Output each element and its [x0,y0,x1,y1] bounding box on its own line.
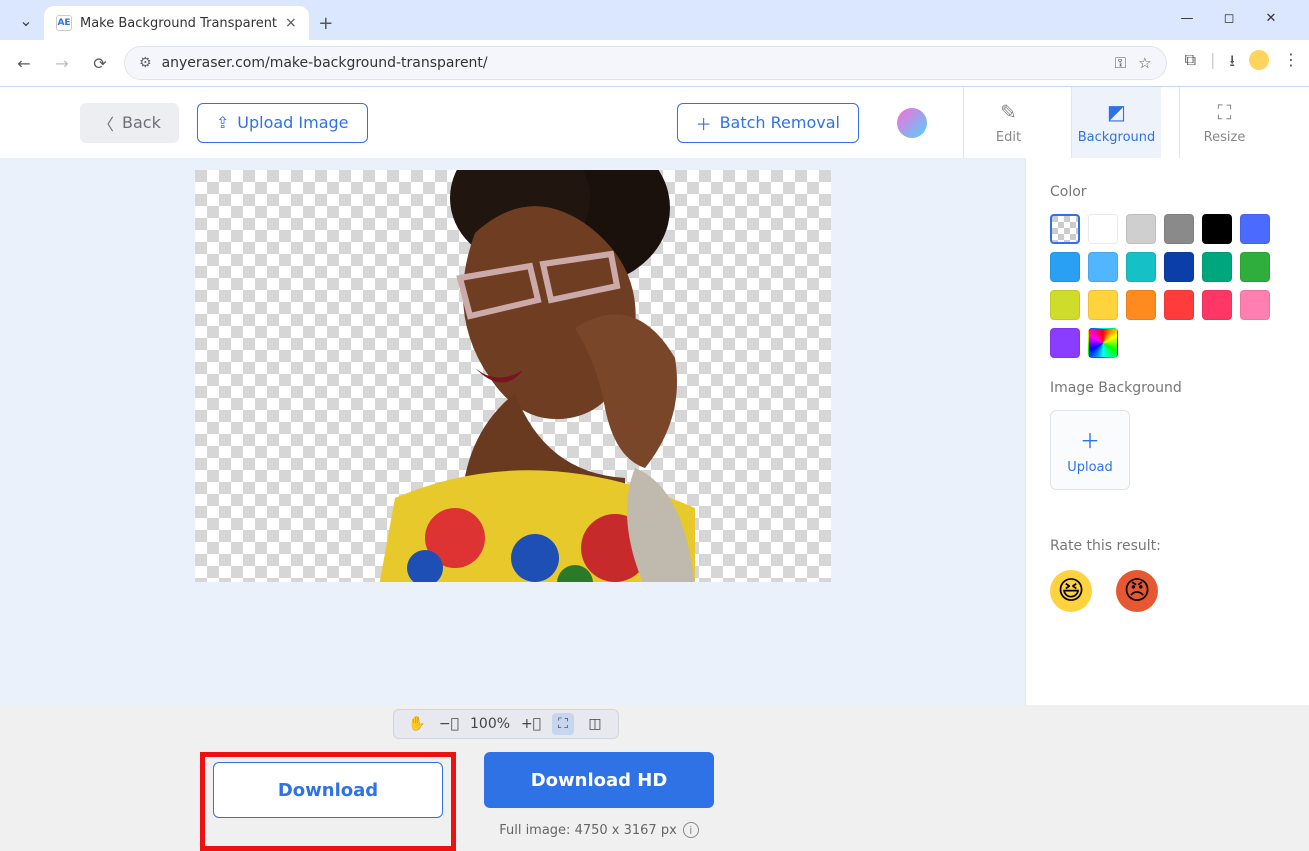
plus-icon: ＋ [696,111,712,135]
download-label: Download [278,780,378,801]
image-bg-heading: Image Background [1050,380,1285,396]
zoom-level: 100% [470,716,510,732]
tab-title: Make Background Transparent [80,16,277,31]
chevron-left-icon: 〈 [98,111,114,135]
color-swatch[interactable] [1240,252,1270,282]
upload-bg-label: Upload [1067,460,1113,475]
divider: | [1210,50,1215,77]
avatar[interactable] [897,108,927,138]
color-swatch[interactable] [1164,290,1194,320]
download-hd-label: Download HD [531,770,668,791]
back-button[interactable]: 〈 Back [80,103,179,143]
nav-back-icon[interactable]: ← [10,49,38,77]
tab-background[interactable]: ◩ Background [1071,87,1161,159]
color-swatch[interactable] [1126,252,1156,282]
zoom-toolbar: ✋ −⃝ 100% +⃝ ⛶ ◫ [393,709,619,739]
color-swatch[interactable] [1202,290,1232,320]
info-icon[interactable]: i [683,822,699,838]
edit-icon: ✎ [1000,100,1017,124]
extension-badge-icon[interactable] [1249,50,1269,70]
close-tab-icon[interactable]: × [285,15,297,31]
color-swatch[interactable] [1240,214,1270,244]
close-window-icon[interactable]: ✕ [1257,4,1285,32]
full-image-size: Full image: 4750 x 3167 px [499,823,677,838]
color-swatch[interactable] [1050,290,1080,320]
back-label: Back [122,113,161,132]
tab-resize-label: Resize [1204,130,1246,145]
tab-bg-label: Background [1078,130,1156,145]
fit-screen-icon[interactable]: ⛶ [552,713,574,735]
image-canvas[interactable] [195,170,831,582]
color-swatch[interactable] [1202,214,1232,244]
batch-label: Batch Removal [720,113,840,132]
color-swatch[interactable] [1126,290,1156,320]
tab-edit[interactable]: ✎ Edit [963,87,1053,159]
highlight-box: Download [200,752,456,851]
maximize-icon[interactable]: ◻ [1215,4,1243,32]
color-swatch[interactable] [1088,328,1118,358]
extensions-icon[interactable]: ⧉ [1185,50,1196,77]
rate-happy-button[interactable]: 😆 [1050,570,1092,612]
color-swatch[interactable] [1164,214,1194,244]
zoom-out-icon[interactable]: −⃝ [438,713,460,735]
color-swatch[interactable] [1126,214,1156,244]
browser-tab[interactable]: AE Make Background Transparent × [44,6,309,40]
tab-resize[interactable]: ⛶ Resize [1179,87,1269,159]
upload-background-button[interactable]: ＋ Upload [1050,410,1130,490]
sidebar: Color Image Background ＋ Upload Rate thi… [1025,158,1309,705]
upload-label: Upload Image [237,113,348,132]
rate-heading: Rate this result: [1050,538,1285,554]
color-swatch[interactable] [1050,252,1080,282]
color-swatch[interactable] [1164,252,1194,282]
color-swatch[interactable] [1088,290,1118,320]
upload-image-button[interactable]: ⇪ Upload Image [197,103,368,143]
zoom-in-icon[interactable]: +⃝ [520,713,542,735]
pan-hand-icon[interactable]: ✋ [406,713,428,735]
browser-menu-icon[interactable]: ⋮ [1283,50,1299,77]
nav-fwd-icon[interactable]: → [48,49,76,77]
favicon-icon: AE [56,15,72,31]
color-swatch[interactable] [1050,328,1080,358]
site-settings-icon[interactable]: ⚙ [139,55,152,71]
downloads-icon[interactable]: ⭳ [1229,50,1235,77]
download-hd-button[interactable]: Download HD [484,752,714,808]
color-heading: Color [1050,184,1285,200]
download-button[interactable]: Download [213,762,443,818]
bookmark-star-icon[interactable]: ☆ [1138,54,1151,72]
rate-angry-button[interactable]: 😠 [1116,570,1158,612]
compare-split-icon[interactable]: ◫ [584,713,606,735]
tab-edit-label: Edit [996,130,1021,145]
url-text: anyeraser.com/make-background-transparen… [162,55,488,71]
minimize-icon[interactable]: — [1173,4,1201,32]
color-swatch[interactable] [1240,290,1270,320]
upload-icon: ⇪ [216,113,229,132]
new-tab-button[interactable]: + [312,9,340,37]
subject-image [365,170,705,582]
batch-removal-button[interactable]: ＋ Batch Removal [677,103,859,143]
tab-dropdown[interactable]: ⌄ [12,6,40,34]
plus-icon: ＋ [1080,425,1100,454]
address-bar[interactable]: ⚙ anyeraser.com/make-background-transpar… [124,46,1167,80]
color-swatch[interactable] [1202,252,1232,282]
crop-icon: ⛶ [1218,100,1232,124]
color-swatch[interactable] [1050,214,1080,244]
color-swatch[interactable] [1088,214,1118,244]
background-icon: ◩ [1107,100,1126,124]
color-swatch[interactable] [1088,252,1118,282]
color-swatches [1050,214,1285,358]
password-key-icon[interactable]: ⚿ [1115,54,1126,72]
reload-icon[interactable]: ⟳ [86,49,114,77]
